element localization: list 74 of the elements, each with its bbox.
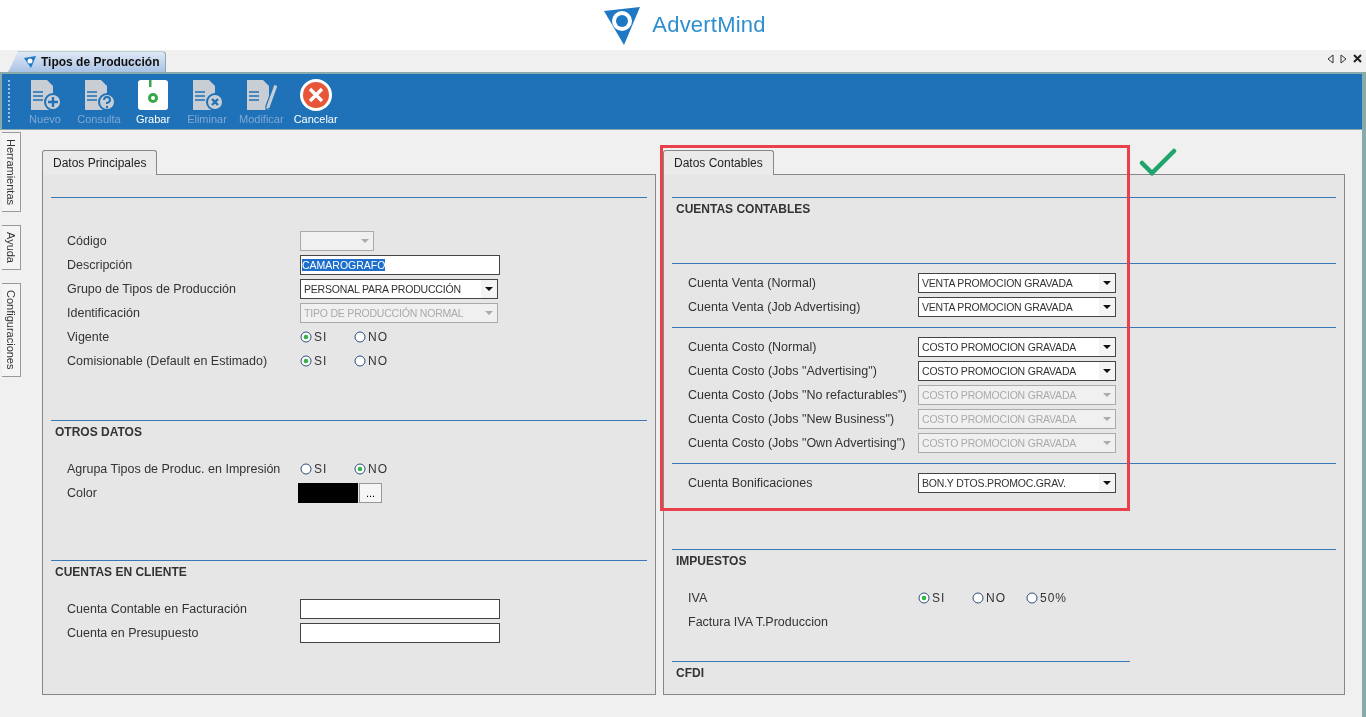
color-picker-button[interactable]: ... bbox=[359, 483, 383, 503]
save-button[interactable]: Grabar bbox=[126, 78, 180, 126]
dropdown-arrow-icon bbox=[361, 239, 369, 243]
field-label: Color bbox=[67, 486, 98, 500]
field-label: Código bbox=[67, 234, 108, 248]
radio-option[interactable]: SI bbox=[918, 591, 972, 605]
section-title: OTROS DATOS bbox=[54, 424, 143, 441]
field-label: Cuenta Costo (Jobs "New Business") bbox=[688, 412, 896, 426]
panel-tab[interactable]: Datos Principales bbox=[42, 150, 158, 175]
edit-document-icon bbox=[244, 78, 279, 113]
dropdown-arrow-icon bbox=[1103, 481, 1111, 485]
text-field[interactable] bbox=[300, 599, 500, 619]
dropdown-field[interactable]: PERSONAL PARA PRODUCCIÓN bbox=[300, 279, 498, 299]
field-label: Cuenta Costo (Normal) bbox=[688, 340, 818, 354]
field-label: Agrupa Tipos de Produc. en Impresión bbox=[67, 462, 282, 476]
radio-option[interactable]: SI bbox=[300, 330, 354, 344]
dropdown-arrow-icon bbox=[1103, 281, 1111, 285]
dropdown-arrow-icon bbox=[485, 311, 493, 315]
dropdown-arrow-icon bbox=[1103, 441, 1111, 445]
new-document-icon bbox=[28, 78, 62, 113]
field-label: Cuenta Venta (Job Advertising) bbox=[688, 300, 862, 314]
logo-icon bbox=[23, 55, 37, 70]
dropdown-field[interactable]: VENTA PROMOCION GRAVADA bbox=[918, 273, 1116, 293]
query-document-icon bbox=[82, 78, 116, 113]
field-label: Vigente bbox=[67, 330, 111, 344]
field-label: Cuenta Venta (Normal) bbox=[688, 276, 817, 290]
text-field[interactable] bbox=[300, 623, 500, 643]
right-arrow-icon[interactable] bbox=[1340, 53, 1347, 64]
section-title: IMPUESTOS bbox=[675, 553, 748, 570]
radio-option[interactable]: NO bbox=[354, 330, 408, 344]
checkmark-icon bbox=[1139, 147, 1177, 177]
cancel-button[interactable]: Cancelar bbox=[288, 78, 343, 126]
field-label: Descripción bbox=[67, 258, 134, 272]
radio-option[interactable]: NO bbox=[354, 354, 408, 368]
dropdown-field[interactable]: BON.Y DTOS.PROMOC.GRAV. bbox=[918, 473, 1116, 493]
field-label: Cuenta Costo (Jobs "Advertising") bbox=[688, 364, 878, 378]
dropdown-arrow-icon bbox=[1103, 369, 1111, 373]
dropdown-field[interactable]: VENTA PROMOCION GRAVADA bbox=[918, 297, 1116, 317]
brand-name: AdvertMind bbox=[652, 11, 766, 38]
document-tab[interactable]: Tipos de Producción bbox=[8, 51, 167, 73]
dropdown-arrow-icon bbox=[1103, 417, 1111, 421]
dropdown-field[interactable]: COSTO PROMOCION GRAVADA bbox=[918, 337, 1116, 357]
field-label: IVA bbox=[688, 591, 709, 605]
section-title: CFDI bbox=[675, 665, 705, 682]
dropdown-arrow-icon bbox=[485, 287, 493, 291]
field-label: Cuenta Costo (Jobs "No refacturables") bbox=[688, 388, 908, 402]
section-title: CUENTAS EN CLIENTE bbox=[54, 564, 188, 581]
field-label: Cuenta Bonificaciones bbox=[688, 476, 814, 490]
dropdown-arrow-icon bbox=[1103, 305, 1111, 309]
field-label: Grupo de Tipos de Producción bbox=[67, 282, 237, 296]
close-icon[interactable] bbox=[1353, 53, 1362, 63]
section-title: CUENTAS CONTABLES bbox=[675, 201, 812, 218]
field-label: Factura IVA T.Produccion bbox=[688, 615, 829, 629]
radio-option[interactable]: SI bbox=[300, 462, 354, 476]
delete-document-icon bbox=[190, 78, 224, 113]
left-arrow-icon[interactable] bbox=[1327, 53, 1334, 64]
field-label: Cuenta Costo (Jobs "Own Advertising") bbox=[688, 436, 907, 450]
field-label: Cuenta en Presupuesto bbox=[67, 626, 200, 640]
side-tab[interactable]: Herramientas bbox=[2, 132, 21, 213]
side-tab[interactable]: Configuraciones bbox=[2, 283, 21, 377]
text-field[interactable]: CAMAROGRAFO bbox=[300, 255, 500, 275]
dropdown-arrow-icon bbox=[1103, 393, 1111, 397]
radio-option[interactable]: NO bbox=[354, 462, 408, 476]
radio-option[interactable]: SI bbox=[300, 354, 354, 368]
radio-option[interactable]: NO bbox=[972, 591, 1026, 605]
dropdown-field[interactable]: COSTO PROMOCION GRAVADA bbox=[918, 361, 1116, 381]
field-label: Comisionable (Default en Estimado) bbox=[67, 354, 269, 368]
field-label: Cuenta Contable en Facturación bbox=[67, 602, 248, 616]
radio-option[interactable]: 50% bbox=[1026, 591, 1080, 605]
panel-tab[interactable]: Datos Contables bbox=[663, 150, 774, 175]
field-label: Identificación bbox=[67, 306, 141, 320]
dropdown-arrow-icon bbox=[1103, 345, 1111, 349]
side-tab[interactable]: Ayuda bbox=[2, 225, 21, 271]
cancel-icon bbox=[298, 78, 333, 113]
